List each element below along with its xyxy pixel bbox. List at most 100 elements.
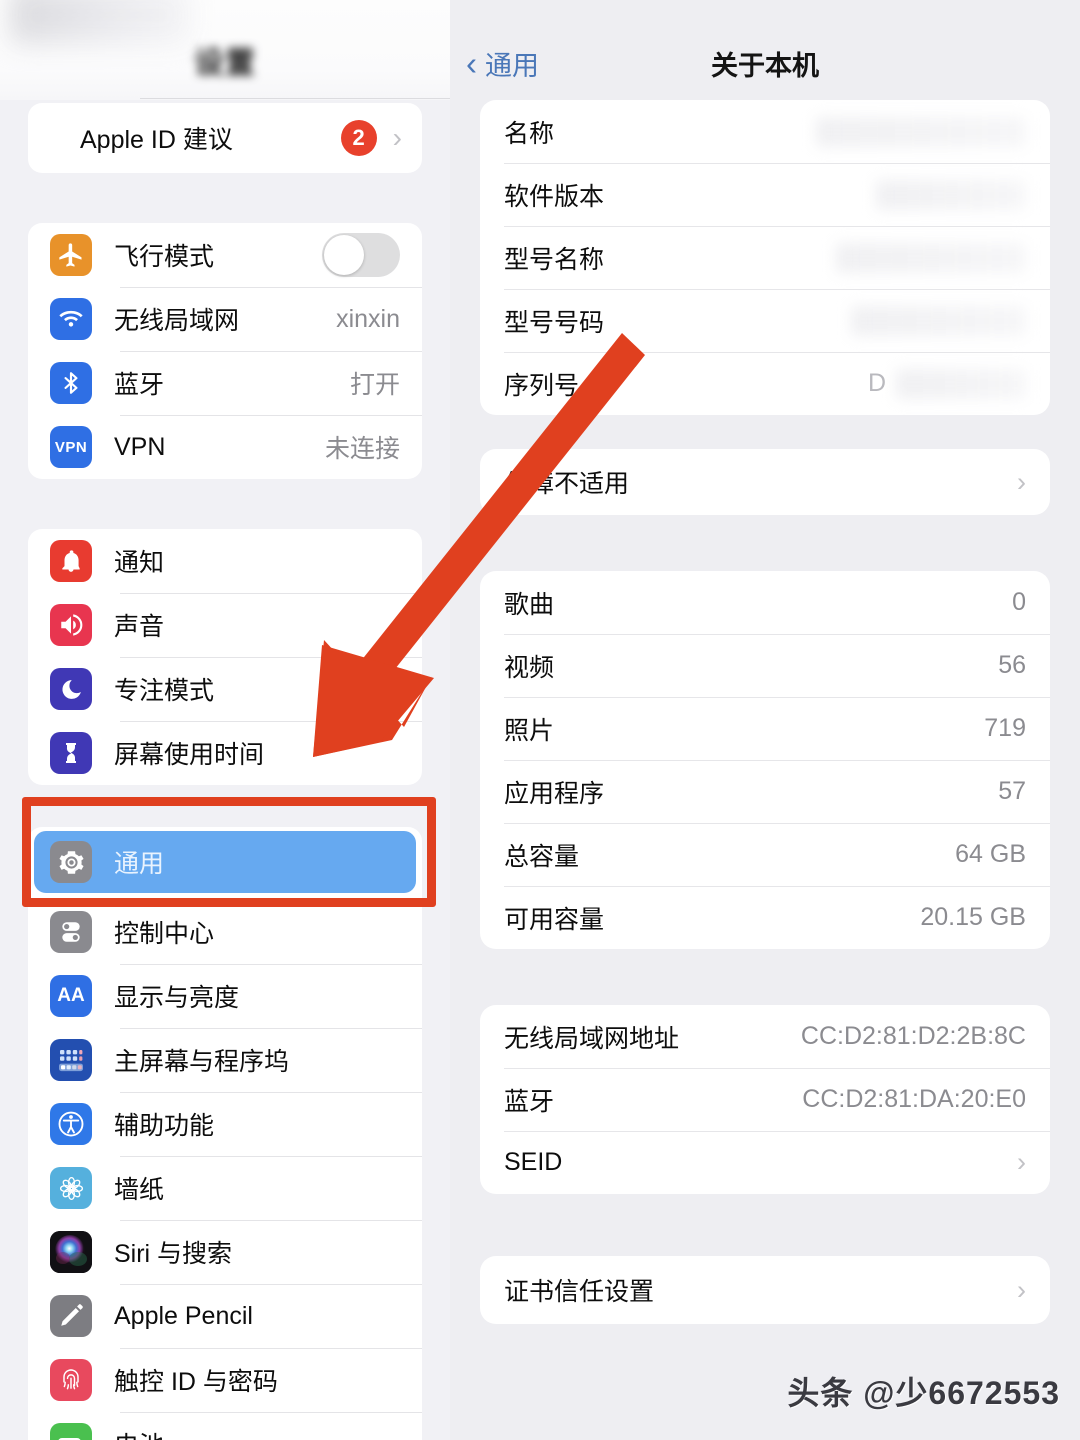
sidebar-item-label: 蓝牙: [114, 371, 165, 399]
sidebar-item-siri-search[interactable]: Siri 与搜索: [28, 1220, 422, 1284]
row-label: 可用容量: [504, 905, 605, 934]
sidebar-item-airplane-mode[interactable]: 飞行模式: [28, 223, 422, 287]
sidebar-item-label: 屏幕使用时间: [114, 741, 265, 769]
about-row-model-name[interactable]: 型号名称: [480, 226, 1050, 289]
sidebar-item-vpn[interactable]: VPN VPN 未连接: [28, 415, 422, 479]
sidebar-item-wallpaper[interactable]: 墙纸: [28, 1156, 422, 1220]
general-card-top: 通用: [28, 827, 422, 893]
about-row-serial-number[interactable]: 序列号 D: [480, 352, 1050, 415]
row-value: 64 GB: [955, 840, 1026, 868]
sidebar-item-home-screen[interactable]: 主屏幕与程序坞: [28, 1028, 422, 1092]
hourglass-icon: [50, 732, 92, 774]
fingerprint-icon: [50, 1359, 92, 1401]
sidebar-item-label: 无线局域网: [114, 307, 240, 335]
sidebar-item-label: 专注模式: [114, 677, 215, 705]
redacted-value: [851, 305, 1026, 336]
storage-row-available: 可用容量 20.15 GB: [480, 886, 1050, 949]
row-label: 应用程序: [504, 779, 605, 808]
sidebar-item-accessibility[interactable]: 辅助功能: [28, 1092, 422, 1156]
redacted-value: [816, 116, 1026, 147]
pencil-icon: [50, 1295, 92, 1337]
sidebar-item-label: 辅助功能: [114, 1112, 215, 1140]
network-row-bluetooth-address: 蓝牙 CC:D2:81:DA:20:E0: [480, 1068, 1050, 1131]
row-label: 总容量: [504, 842, 580, 871]
about-row-name[interactable]: 名称: [480, 100, 1050, 163]
sidebar-item-battery[interactable]: 电池: [28, 1412, 422, 1440]
sidebar-item-general[interactable]: 通用: [34, 831, 416, 893]
sidebar-item-label: VPN: [114, 432, 166, 461]
sidebar-item-wifi[interactable]: 无线局域网 xinxin: [28, 287, 422, 351]
sidebar-scroll[interactable]: Apple ID 建议 2 › 飞行模式 无线局域网 xinxin 蓝牙 打开 …: [0, 103, 450, 1440]
row-value: 20.15 GB: [920, 903, 1026, 931]
serial-number-value: D: [867, 369, 886, 397]
about-info-card: 名称 软件版本 型号名称 型号号码 序列号 D: [480, 100, 1050, 415]
row-value: 56: [998, 651, 1026, 679]
sidebar-item-bluetooth[interactable]: 蓝牙 打开: [28, 351, 422, 415]
airplane-mode-toggle[interactable]: [322, 233, 400, 277]
row-value: CC:D2:81:DA:20:E0: [802, 1085, 1026, 1113]
network-row-wifi-address: 无线局域网地址 CC:D2:81:D2:2B:8C: [480, 1005, 1050, 1068]
general-card-underline: [28, 893, 422, 900]
sidebar-item-label: 控制中心: [114, 920, 215, 948]
accessibility-icon: [50, 1103, 92, 1145]
row-label: 蓝牙: [504, 1087, 555, 1116]
connectivity-card: 飞行模式 无线局域网 xinxin 蓝牙 打开 VPN VPN 未连接: [28, 223, 422, 479]
chevron-right-icon: ›: [1017, 466, 1026, 497]
certificate-trust-card: 证书信任设置 ›: [480, 1256, 1050, 1324]
row-label: 序列号: [504, 371, 580, 400]
vpn-state-value: 未连接: [324, 435, 400, 463]
sidebar-header-divider: [140, 98, 450, 99]
about-detail-panel: ‹ 通用 关于本机 名称 软件版本 型号名称 型号号码 序列号 D 保障不适用 …: [450, 0, 1080, 1440]
redacted-value: [896, 368, 1026, 399]
sidebar-item-focus[interactable]: 专注模式: [28, 657, 422, 721]
network-row-seid[interactable]: SEID ›: [480, 1131, 1050, 1194]
apple-id-card: Apple ID 建议 2 ›: [28, 103, 422, 173]
wallpaper-icon: [50, 1167, 92, 1209]
bluetooth-icon: [50, 362, 92, 404]
sidebar-item-sounds[interactable]: 声音: [28, 593, 422, 657]
sidebar-item-control-center[interactable]: 控制中心: [28, 900, 422, 964]
wifi-network-value: xinxin: [336, 304, 400, 333]
row-label: 名称: [504, 119, 555, 148]
row-label: 保障不适用: [504, 470, 630, 498]
airplane-icon: [50, 234, 92, 276]
row-label: 视频: [504, 653, 555, 682]
sidebar-item-label: 显示与亮度: [114, 984, 240, 1012]
coverage-row[interactable]: 保障不适用 ›: [480, 449, 1050, 515]
aa-text-icon: AA: [50, 975, 92, 1017]
about-row-software-version[interactable]: 软件版本: [480, 163, 1050, 226]
row-label: 照片: [504, 716, 555, 745]
sidebar-item-touch-id[interactable]: 触控 ID 与密码: [28, 1348, 422, 1412]
sidebar-item-label: 主屏幕与程序坞: [114, 1048, 290, 1076]
row-value: 57: [998, 777, 1026, 805]
sidebar-item-apple-pencil[interactable]: Apple Pencil: [28, 1284, 422, 1348]
sidebar-item-label: 通知: [114, 549, 165, 577]
apple-id-label: Apple ID 建议: [80, 126, 233, 154]
sidebar-item-label: 触控 ID 与密码: [114, 1368, 278, 1396]
sidebar-item-label: Apple Pencil: [114, 1301, 253, 1330]
row-label: SEID: [504, 1148, 563, 1176]
sidebar-item-screen-time[interactable]: 屏幕使用时间: [28, 721, 422, 785]
row-label: 型号名称: [504, 245, 605, 274]
sidebar-title: 设置: [194, 47, 256, 80]
sidebar-item-notifications[interactable]: 通知: [28, 529, 422, 593]
network-card: 无线局域网地址 CC:D2:81:D2:2B:8C 蓝牙 CC:D2:81:DA…: [480, 1005, 1050, 1194]
row-value: 719: [984, 714, 1026, 742]
sidebar-item-label: Siri 与搜索: [114, 1240, 233, 1268]
watermark: 头条 @少6672553: [787, 1375, 1060, 1411]
certificate-trust-row[interactable]: 证书信任设置 ›: [480, 1256, 1050, 1324]
sidebar-item-apple-id[interactable]: Apple ID 建议 2 ›: [28, 103, 422, 173]
sidebar-item-label: 通用: [114, 850, 165, 878]
status-badge: 2: [340, 120, 377, 156]
siri-icon: [50, 1231, 92, 1273]
about-row-model-number[interactable]: 型号号码: [480, 289, 1050, 352]
sidebar-item-display-brightness[interactable]: AA 显示与亮度: [28, 964, 422, 1028]
sidebar-item-label: 飞行模式: [114, 243, 215, 271]
sidebar-item-label: 声音: [114, 613, 165, 641]
storage-card: 歌曲 0 视频 56 照片 719 应用程序 57 总容量 64 GB 可用容量…: [480, 571, 1050, 949]
sidebar-item-label: 电池: [114, 1426, 164, 1440]
